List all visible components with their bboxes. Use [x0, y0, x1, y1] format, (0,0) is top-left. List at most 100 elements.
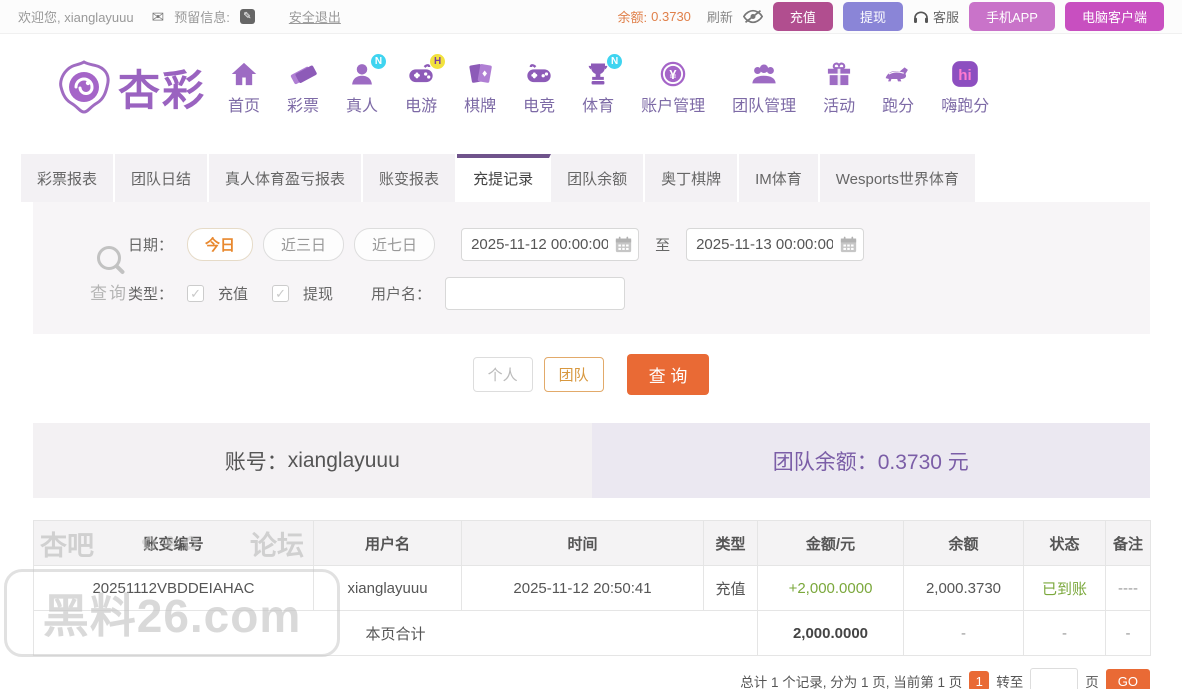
- col-status: 状态: [1024, 521, 1106, 566]
- username-input[interactable]: [445, 277, 625, 310]
- report-tabs: 彩票报表 团队日结 真人体育盈亏报表 账变报表 充提记录 团队余额 奥丁棋牌 I…: [21, 154, 1182, 202]
- pc-client-button[interactable]: 电脑客户端: [1065, 2, 1164, 31]
- tab-live-sports-pnl[interactable]: 真人体育盈亏报表: [209, 154, 363, 202]
- tab-team-daily[interactable]: 团队日结: [115, 154, 209, 202]
- cell-time: 2025-11-12 20:50:41: [462, 566, 704, 611]
- date-from-input[interactable]: [461, 228, 639, 261]
- mail-icon[interactable]: ✉: [152, 8, 165, 26]
- account-value: xianglayuuu: [288, 449, 400, 473]
- col-username: 用户名: [314, 521, 462, 566]
- tab-im-sports[interactable]: IM体育: [739, 154, 820, 202]
- recharge-checkbox-label: 充值: [218, 283, 248, 304]
- recharge-checkbox[interactable]: ✓: [187, 285, 204, 302]
- search-section-label: 查询: [71, 246, 147, 304]
- team-balance-value: 0.3730 元: [878, 446, 969, 476]
- tab-lottery-report[interactable]: 彩票报表: [21, 154, 115, 202]
- withdraw-button[interactable]: 提现: [843, 2, 903, 31]
- query-button[interactable]: 查 询: [627, 354, 710, 395]
- col-balance: 余额: [904, 521, 1024, 566]
- calendar-icon[interactable]: [615, 236, 632, 253]
- team-balance-cell: 团队余额： 0.3730 元: [592, 423, 1151, 498]
- mobile-app-button[interactable]: 手机APP: [969, 2, 1055, 31]
- type-filter-row: 类型： ✓ 充值 ✓ 提现 用户名：: [128, 277, 1150, 310]
- records-table: 账变编号 用户名 时间 类型 金额/元 余额 状态 备注 20251112VBD…: [33, 520, 1151, 656]
- date-from-wrapper: [461, 228, 639, 261]
- cell-change-id: 20251112VBDDEIAHAC: [34, 566, 314, 611]
- goto-label: 转至: [996, 671, 1023, 689]
- gift-icon: [824, 59, 854, 89]
- tab-wesports[interactable]: Wesports世界体育: [820, 154, 977, 202]
- account-cell: 账号： xianglayuuu: [33, 423, 592, 498]
- withdraw-checkbox-label: 提现: [303, 283, 333, 304]
- withdraw-checkbox[interactable]: ✓: [272, 285, 289, 302]
- calendar-icon[interactable]: [840, 236, 857, 253]
- logout-link[interactable]: 安全退出: [289, 7, 341, 26]
- personal-button[interactable]: 个人: [473, 357, 533, 392]
- table-header-row: 账变编号 用户名 时间 类型 金额/元 余额 状态 备注: [34, 521, 1151, 566]
- balance-value: 0.3730: [651, 9, 691, 24]
- tab-odin-chess[interactable]: 奥丁棋牌: [645, 154, 739, 202]
- nav-item-sports[interactable]: N 体育: [582, 59, 614, 116]
- site-logo[interactable]: 杏彩: [58, 57, 206, 118]
- customer-service-label: 客服: [933, 7, 959, 26]
- search-icon: [97, 246, 121, 270]
- nav-item-chess[interactable]: 棋牌: [464, 59, 496, 116]
- col-type: 类型: [704, 521, 758, 566]
- topbar: 欢迎您, xianglayuuu ✉ 预留信息: ✎ 安全退出 余额: 0.37…: [0, 0, 1182, 34]
- total-label: 本页合计: [34, 611, 758, 656]
- site-header: 杏彩 首页 彩票 N 真人 H 电游: [0, 34, 1182, 140]
- refresh-link[interactable]: 刷新: [707, 7, 733, 26]
- goto-page-input[interactable]: [1030, 668, 1078, 689]
- date-to-label: 至: [655, 234, 670, 255]
- quick-range-today[interactable]: 今日: [187, 228, 253, 261]
- esports-gamepad-icon: [524, 59, 554, 89]
- gamepad-icon: H: [406, 59, 436, 89]
- tab-deposit-withdraw[interactable]: 充提记录: [457, 154, 551, 202]
- nav-item-live[interactable]: N 真人: [346, 59, 378, 116]
- col-time: 时间: [462, 521, 704, 566]
- nav-item-lottery[interactable]: 彩票: [287, 59, 319, 116]
- col-remark: 备注: [1106, 521, 1151, 566]
- date-to-input[interactable]: [686, 228, 864, 261]
- nav-item-account[interactable]: ¥ 账户管理: [641, 59, 705, 116]
- quick-range-7days[interactable]: 近七日: [354, 228, 435, 261]
- badge-h: H: [430, 54, 445, 69]
- customer-service-button[interactable]: 客服: [913, 7, 959, 26]
- total-remark: -: [1106, 611, 1151, 656]
- total-amount: 2,000.0000: [758, 611, 904, 656]
- account-summary: 账号： xianglayuuu 团队余额： 0.3730 元: [33, 423, 1150, 498]
- edit-pencil-icon[interactable]: ✎: [240, 9, 255, 24]
- pagination: 总计 1 个记录, 分为 1 页, 当前第 1 页 1 转至 页 GO: [33, 668, 1150, 689]
- nav-item-egames[interactable]: H 电游: [405, 59, 437, 116]
- tab-team-balance[interactable]: 团队余额: [551, 154, 645, 202]
- nav-item-paofen[interactable]: 跑分: [882, 59, 914, 116]
- nav-item-esports[interactable]: 电竞: [523, 59, 555, 116]
- hi-app-icon: hi: [950, 59, 980, 89]
- team-button[interactable]: 团队: [544, 357, 604, 392]
- logo-flower-icon: [58, 59, 110, 115]
- eye-slash-icon[interactable]: [743, 9, 763, 24]
- nav-item-activity[interactable]: 活动: [823, 59, 855, 116]
- nav-item-hipaofen[interactable]: hi 嗨跑分: [941, 59, 989, 116]
- date-to-wrapper: [686, 228, 864, 261]
- cell-type: 充值: [704, 566, 758, 611]
- pagination-summary: 总计 1 个记录, 分为 1 页, 当前第 1 页: [740, 671, 962, 689]
- cell-status: 已到账: [1024, 566, 1106, 611]
- home-icon: [229, 59, 259, 89]
- username-label: 用户名：: [371, 283, 431, 304]
- cell-username: xianglayuuu: [314, 566, 462, 611]
- tab-account-change[interactable]: 账变报表: [363, 154, 457, 202]
- page-number-badge[interactable]: 1: [969, 671, 989, 689]
- records-table-wrapper: 账变编号 用户名 时间 类型 金额/元 余额 状态 备注 20251112VBD…: [33, 520, 1150, 656]
- nav-item-home[interactable]: 首页: [228, 59, 260, 116]
- total-status: -: [1024, 611, 1106, 656]
- main-nav: 首页 彩票 N 真人 H 电游 棋牌: [228, 59, 989, 116]
- quick-range-3days[interactable]: 近三日: [263, 228, 344, 261]
- go-button[interactable]: GO: [1106, 669, 1150, 689]
- recharge-button[interactable]: 充值: [773, 2, 833, 31]
- nav-item-team[interactable]: 团队管理: [732, 59, 796, 116]
- badge-n: N: [607, 54, 622, 69]
- col-change-id: 账变编号: [34, 521, 314, 566]
- table-row: 20251112VBDDEIAHAC xianglayuuu 2025-11-1…: [34, 566, 1151, 611]
- svg-text:¥: ¥: [670, 67, 678, 82]
